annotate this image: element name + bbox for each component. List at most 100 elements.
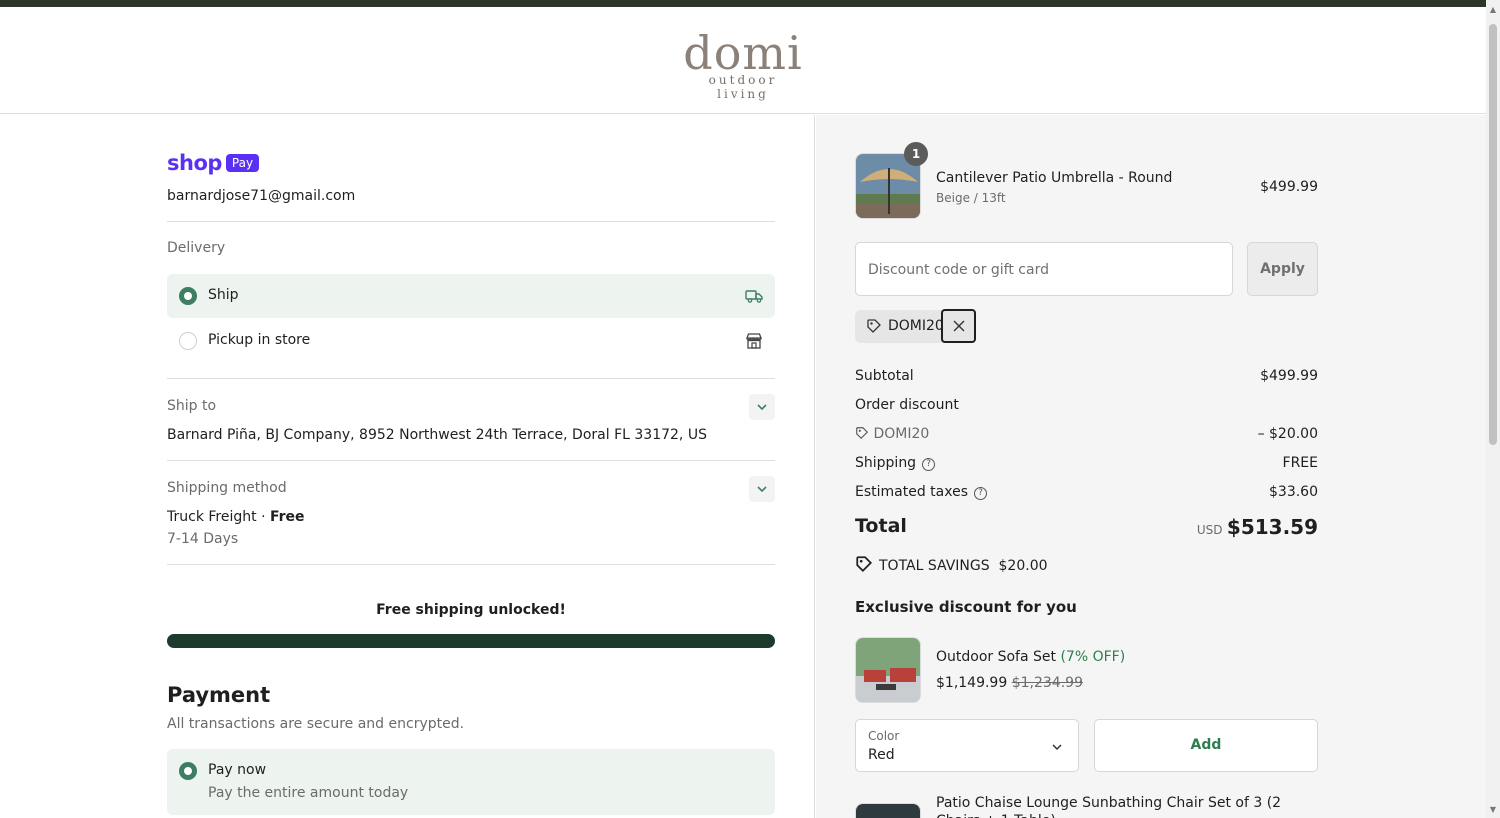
discount-code-row: DOMI20 – $20.00 xyxy=(855,426,1318,442)
shipping-method-expand[interactable] xyxy=(749,476,775,502)
apply-discount-button[interactable]: Apply xyxy=(1247,242,1318,296)
free-shipping-progress xyxy=(167,634,775,648)
shipping-method-heading: Shipping method xyxy=(167,480,287,496)
pay-now-label: Pay now xyxy=(208,762,267,778)
item-price: $499.99 xyxy=(1260,179,1318,195)
total-savings-row: TOTAL SAVINGS $20.00 xyxy=(855,555,1318,574)
top-accent-bar xyxy=(0,0,1486,7)
total-currency: USD xyxy=(1196,523,1223,537)
chevron-down-icon xyxy=(757,486,767,493)
item-name: Cantilever Patio Umbrella - Round xyxy=(936,170,1173,186)
shop-pay-wordmark: shop xyxy=(167,151,222,175)
chaise-thumbnail[interactable] xyxy=(855,803,921,818)
shipping-eta: 7-14 Days xyxy=(167,531,239,547)
checkout-form: shop Pay barnardjose71@gmail.com Deliver… xyxy=(0,115,815,818)
add-upsell-button[interactable]: Add xyxy=(1094,719,1318,772)
help-icon[interactable]: ? xyxy=(922,458,936,471)
separator: · xyxy=(256,509,270,525)
upsell-price: $1,149.99 xyxy=(936,675,1008,691)
divider xyxy=(167,564,775,565)
ship-label: Ship xyxy=(208,287,239,303)
site-header: domi outdoor living xyxy=(0,7,1486,114)
payment-subtitle: All transactions are secure and encrypte… xyxy=(167,716,465,732)
sofa-image xyxy=(856,638,920,702)
close-icon xyxy=(953,320,965,332)
upsell-prices: $1,149.99 $1,234.99 xyxy=(936,675,1083,691)
payment-heading: Payment xyxy=(167,683,271,707)
brand-logo[interactable]: domi outdoor living xyxy=(681,29,805,101)
help-icon[interactable]: ? xyxy=(974,487,988,500)
remove-discount-button[interactable] xyxy=(941,309,976,343)
taxes-label: Estimated taxes xyxy=(855,484,969,500)
subtotal-row: Subtotal $499.99 xyxy=(855,368,1318,384)
contact-email: barnardjose71@gmail.com xyxy=(167,188,356,204)
page-scrollbar[interactable]: ▲ ▼ xyxy=(1486,0,1500,818)
next-upsell-product-name[interactable]: Patio Chaise Lounge Sunbathing Chair Set… xyxy=(936,794,1286,818)
order-discount-row: Order discount xyxy=(855,397,1318,413)
upsell-original-price: $1,234.99 xyxy=(1011,675,1083,691)
truck-icon xyxy=(745,290,763,303)
sofa-thumbnail[interactable] xyxy=(855,637,921,703)
total-value: $513.59 xyxy=(1226,515,1318,539)
shop-pay-badge: Pay xyxy=(225,154,260,172)
pickup-label: Pickup in store xyxy=(208,332,311,348)
upsell-heading: Exclusive discount for you xyxy=(855,598,1077,616)
ship-to-heading: Ship to xyxy=(167,398,217,414)
scroll-down-arrow[interactable]: ▼ xyxy=(1489,806,1497,814)
subtotal-value: $499.99 xyxy=(1260,368,1318,384)
total-label: Total xyxy=(855,515,907,537)
logo-wordmark: domi xyxy=(683,26,803,80)
payment-option-pay-now[interactable]: Pay now Pay the entire amount today xyxy=(167,749,775,815)
total-savings-label: TOTAL SAVINGS xyxy=(879,558,990,574)
free-shipping-message: Free shipping unlocked! xyxy=(376,602,566,618)
summary-discount-code: DOMI20 xyxy=(873,426,930,442)
tag-icon xyxy=(856,427,869,440)
shipping-row: Shipping? FREE xyxy=(855,455,1318,471)
pickup-radio[interactable] xyxy=(179,332,197,350)
delivery-heading: Delivery xyxy=(167,240,226,256)
chaise-image xyxy=(856,804,920,818)
item-variant: Beige / 13ft xyxy=(936,191,1006,205)
color-select[interactable]: Color Red xyxy=(855,719,1079,772)
discount-code-input[interactable]: Discount code or gift card xyxy=(855,242,1233,296)
tag-icon xyxy=(856,556,873,573)
scroll-thumb[interactable] xyxy=(1489,24,1497,445)
chevron-down-icon xyxy=(757,404,767,411)
taxes-row: Estimated taxes? $33.60 xyxy=(855,484,1318,500)
shop-pay-logo[interactable]: shop Pay xyxy=(167,151,260,175)
item-quantity-badge: 1 xyxy=(904,142,928,166)
shipping-method-price: Free xyxy=(269,509,305,525)
color-select-value: Red xyxy=(868,747,895,763)
order-discount-label: Order discount xyxy=(855,397,959,413)
pay-now-description: Pay the entire amount today xyxy=(208,785,409,801)
ship-to-expand[interactable] xyxy=(749,394,775,420)
total-row: Total USD $513.59 xyxy=(855,515,1318,541)
shipping-method-line: Truck Freight · Free xyxy=(167,509,305,525)
delivery-option-pickup[interactable]: Pickup in store xyxy=(167,319,775,363)
color-select-label: Color xyxy=(868,729,900,743)
shipping-value: FREE xyxy=(1282,455,1318,471)
ship-radio[interactable] xyxy=(179,287,197,305)
chevron-down-icon xyxy=(1052,744,1062,751)
tag-icon xyxy=(867,319,881,333)
divider xyxy=(167,221,775,222)
total-amount: USD $513.59 xyxy=(1197,515,1318,539)
scroll-up-arrow[interactable]: ▲ xyxy=(1489,6,1497,14)
upsell-product-title[interactable]: Outdoor Sofa Set (7% OFF) xyxy=(936,649,1125,665)
shipping-method-name: Truck Freight xyxy=(167,509,257,525)
upsell-product-name: Outdoor Sofa Set xyxy=(936,649,1057,665)
discount-placeholder: Discount code or gift card xyxy=(868,262,1049,278)
taxes-value: $33.60 xyxy=(1269,484,1318,500)
shipping-label: Shipping xyxy=(855,455,917,471)
delivery-option-ship[interactable]: Ship xyxy=(167,274,775,318)
total-savings-value: $20.00 xyxy=(998,558,1048,574)
ship-to-address: Barnard Piña, BJ Company, 8952 Northwest… xyxy=(167,427,707,443)
divider xyxy=(167,378,775,379)
subtotal-label: Subtotal xyxy=(855,368,914,384)
store-icon xyxy=(746,333,762,349)
upsell-discount-badge: (7% OFF) xyxy=(1060,649,1126,665)
divider xyxy=(167,460,775,461)
pay-now-radio[interactable] xyxy=(179,762,197,780)
applied-code: DOMI20 xyxy=(888,318,942,334)
summary-discount-amount: – $20.00 xyxy=(1257,426,1318,442)
